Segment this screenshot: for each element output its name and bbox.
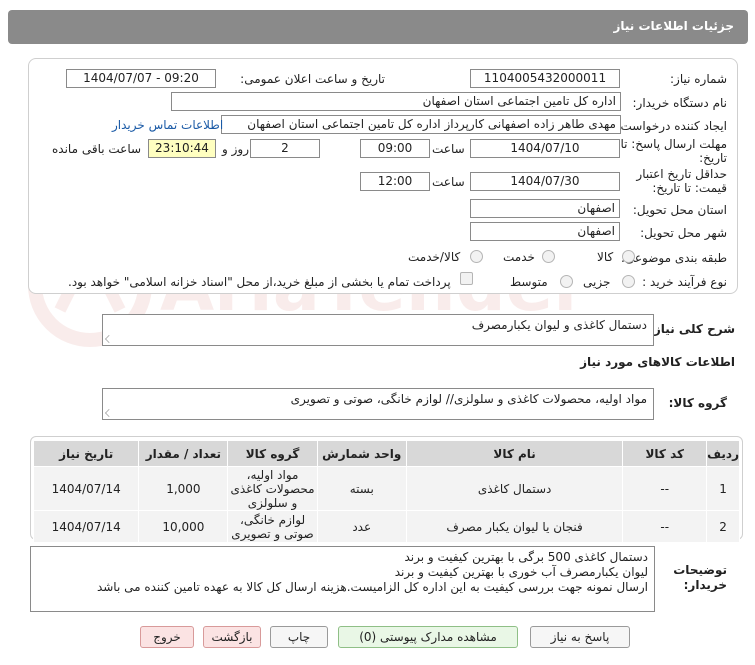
buyer-notes-line: ارسال نمونه جهت بررسی کیفیت به این اداره…	[96, 580, 648, 594]
cell-unit: عدد	[316, 510, 407, 543]
table-header-row: ردیف کد کالا نام کالا واحد شمارش گروه کا…	[32, 440, 740, 467]
cell-quantity: 10,000	[138, 510, 229, 543]
cell-need-date: 1404/07/14	[32, 510, 140, 543]
process-radio-medium[interactable]	[560, 275, 573, 288]
header-row-number: ردیف	[706, 440, 740, 467]
creator-field: مهدی طاهر زاده اصفهانی کارپرداز اداره کل…	[221, 115, 621, 134]
min-price-time-field: 12:00	[360, 172, 430, 191]
buyer-notes-line: دستمال کاغذی 500 برگی با بهترین کیفیت و …	[404, 550, 648, 564]
header-need-date: تاریخ نیاز	[32, 440, 140, 467]
deadline-time-field: 09:00	[360, 139, 430, 158]
remaining-time-field: 23:10:44	[148, 139, 216, 158]
page-title-bar: جزئیات اطلاعات نیاز	[8, 10, 748, 44]
summary-label: شرح کلی نیاز:	[649, 322, 735, 336]
deadline-date-field: 1404/07/10	[470, 139, 620, 158]
buyer-notes-textarea: دستمال کاغذی 500 برگی با بهترین کیفیت و …	[30, 546, 655, 612]
process-option-medium: متوسط	[510, 275, 548, 289]
cell-item-name: فنجان یا لیوان یکبار مصرف	[405, 510, 624, 543]
header-item-group: گروه کالا	[227, 440, 318, 467]
cell-item-group: لوازم خانگی، صوتی و تصویری	[227, 510, 318, 543]
cell-row-number: 1	[706, 466, 740, 511]
process-option-minor: جزیی	[583, 275, 611, 289]
min-price-label-line1: حداقل تاریخ اعتبار	[636, 167, 727, 181]
header-item-name: نام کالا	[405, 440, 624, 467]
category-option-service: خدمت	[503, 250, 535, 264]
resize-handle-icon	[105, 409, 113, 417]
need-number-field: 1104005432000011	[470, 69, 620, 88]
table-row: 1 -- دستمال کاغذی بسته مواد اولیه، محصول…	[32, 466, 740, 511]
goods-group-textarea: مواد اولیه، محصولات کاغذی و سلولزی// لوا…	[102, 388, 654, 420]
min-price-time-label: ساعت	[432, 175, 465, 189]
summary-textarea: دستمال کاغذی و لیوان یکبارمصرف	[102, 314, 654, 346]
page-title: جزئیات اطلاعات نیاز	[613, 19, 734, 33]
goods-group-label: گروه کالا:	[668, 396, 727, 410]
category-option-goods: کالا	[597, 250, 614, 264]
exit-button[interactable]: خروج	[140, 626, 194, 648]
cell-row-number: 2	[706, 510, 740, 543]
province-label: استان محل تحویل:	[632, 203, 727, 217]
min-price-date-field: 1404/07/30	[470, 172, 620, 191]
deadline-time-label: ساعت	[432, 142, 465, 156]
treasury-bond-checkbox[interactable]	[460, 272, 473, 285]
announce-date-label: تاریخ و ساعت اعلان عمومی:	[240, 72, 385, 86]
buyer-notes-line: لیوان یکبارمصرف آب خوری با بهترین کیفیت …	[394, 565, 648, 579]
cell-item-code: --	[622, 466, 708, 511]
print-button[interactable]: چاپ	[270, 626, 328, 648]
category-option-goods-service: کالا/خدمت	[408, 250, 461, 264]
city-field: اصفهان	[470, 222, 620, 241]
category-radio-goods[interactable]	[622, 250, 635, 263]
buyer-contact-link[interactable]: اطلاعات تماس خریدار	[112, 118, 223, 132]
buyer-notes-label-line2: خریدار:	[683, 578, 727, 592]
remaining-days-field: 2	[250, 139, 320, 158]
cell-quantity: 1,000	[138, 466, 229, 511]
goods-group-text: مواد اولیه، محصولات کاغذی و سلولزی// لوا…	[290, 392, 647, 406]
process-type-label: نوع فرآیند خرید :	[642, 275, 727, 289]
header-item-code: کد کالا	[622, 440, 708, 467]
cell-item-name: دستمال کاغذی	[405, 466, 624, 511]
announce-date-field: 1404/07/07 - 09:20	[66, 69, 216, 88]
goods-info-title: اطلاعات کالاهای مورد نیاز	[580, 355, 735, 369]
view-attachments-button[interactable]: مشاهده مدارک پیوستی (0)	[338, 626, 518, 648]
city-label: شهر محل تحویل:	[640, 226, 727, 240]
min-price-label-line2: قیمت: تا تاریخ:	[652, 181, 727, 195]
deadline-label-line1: مهلت ارسال پاسخ: تا	[620, 137, 727, 151]
remaining-time-label: ساعت باقی مانده	[52, 142, 142, 156]
goods-table: ردیف کد کالا نام کالا واحد شمارش گروه کا…	[32, 440, 740, 543]
process-radio-minor[interactable]	[622, 275, 635, 288]
table-row: 2 -- فنجان یا لیوان یکبار مصرف عدد لوازم…	[32, 510, 740, 543]
summary-text: دستمال کاغذی و لیوان یکبارمصرف	[471, 318, 647, 332]
category-radio-goods-service[interactable]	[470, 250, 483, 263]
province-field: اصفهان	[470, 199, 620, 218]
reply-button[interactable]: پاسخ به نیاز	[530, 626, 630, 648]
buyer-org-field: اداره کل تامین اجتماعی استان اصفهان	[171, 92, 621, 111]
category-label: طبقه بندی موضوعی:	[620, 251, 727, 265]
cell-item-code: --	[622, 510, 708, 543]
need-number-label: شماره نیاز:	[670, 72, 727, 86]
buyer-notes-label-line1: توضیحات	[673, 563, 727, 577]
cell-unit: بسته	[316, 466, 407, 511]
cell-need-date: 1404/07/14	[32, 466, 140, 511]
back-button[interactable]: بازگشت	[203, 626, 261, 648]
category-radio-service[interactable]	[542, 250, 555, 263]
header-unit: واحد شمارش	[316, 440, 407, 467]
deadline-label-line2: تاریخ:	[699, 151, 727, 165]
buyer-org-label: نام دستگاه خریدار:	[632, 96, 728, 110]
resize-handle-icon	[105, 335, 113, 343]
cell-item-group: مواد اولیه، محصولات کاغذی و سلولزی	[227, 466, 318, 511]
creator-label: ایجاد کننده درخواست:	[616, 119, 727, 133]
header-quantity: تعداد / مقدار	[138, 440, 229, 467]
days-label: روز و	[222, 142, 249, 156]
treasury-bond-note: پرداخت تمام یا بخشی از مبلغ خرید،از محل …	[68, 275, 451, 289]
